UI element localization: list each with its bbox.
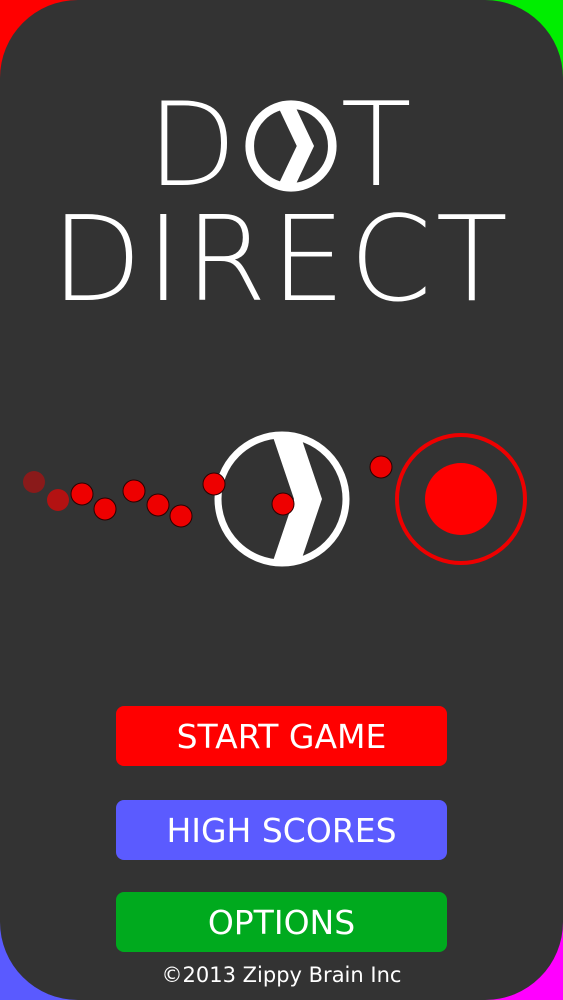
moving-dot bbox=[369, 455, 393, 479]
high-scores-button[interactable]: HIGH SCORES bbox=[116, 800, 447, 860]
moving-dot bbox=[271, 492, 295, 516]
trail-dot bbox=[70, 482, 94, 506]
game-screen: D T DIRECT START GAME HIGH SCORES OPTION… bbox=[0, 0, 563, 1000]
game-title-line-1: D T bbox=[0, 88, 563, 204]
title-letter-t: T bbox=[340, 78, 416, 213]
game-demo-scene bbox=[23, 431, 527, 567]
start-game-button[interactable]: START GAME bbox=[116, 706, 447, 766]
trail-dot bbox=[146, 493, 170, 517]
trail-dot bbox=[169, 504, 193, 528]
options-button[interactable]: OPTIONS bbox=[116, 892, 447, 952]
trail-dot bbox=[93, 497, 117, 521]
target-icon bbox=[395, 433, 527, 565]
game-title-line-2: DIRECT bbox=[51, 190, 512, 328]
copyright-text: ©2013 Zippy Brain Inc bbox=[161, 963, 402, 987]
moving-dot bbox=[202, 472, 226, 496]
circle-chevron-icon bbox=[245, 100, 337, 192]
trail-dot bbox=[23, 471, 45, 493]
trail-dot bbox=[47, 489, 69, 511]
trail-dot bbox=[122, 479, 146, 503]
title-letter-d: D bbox=[147, 78, 241, 213]
